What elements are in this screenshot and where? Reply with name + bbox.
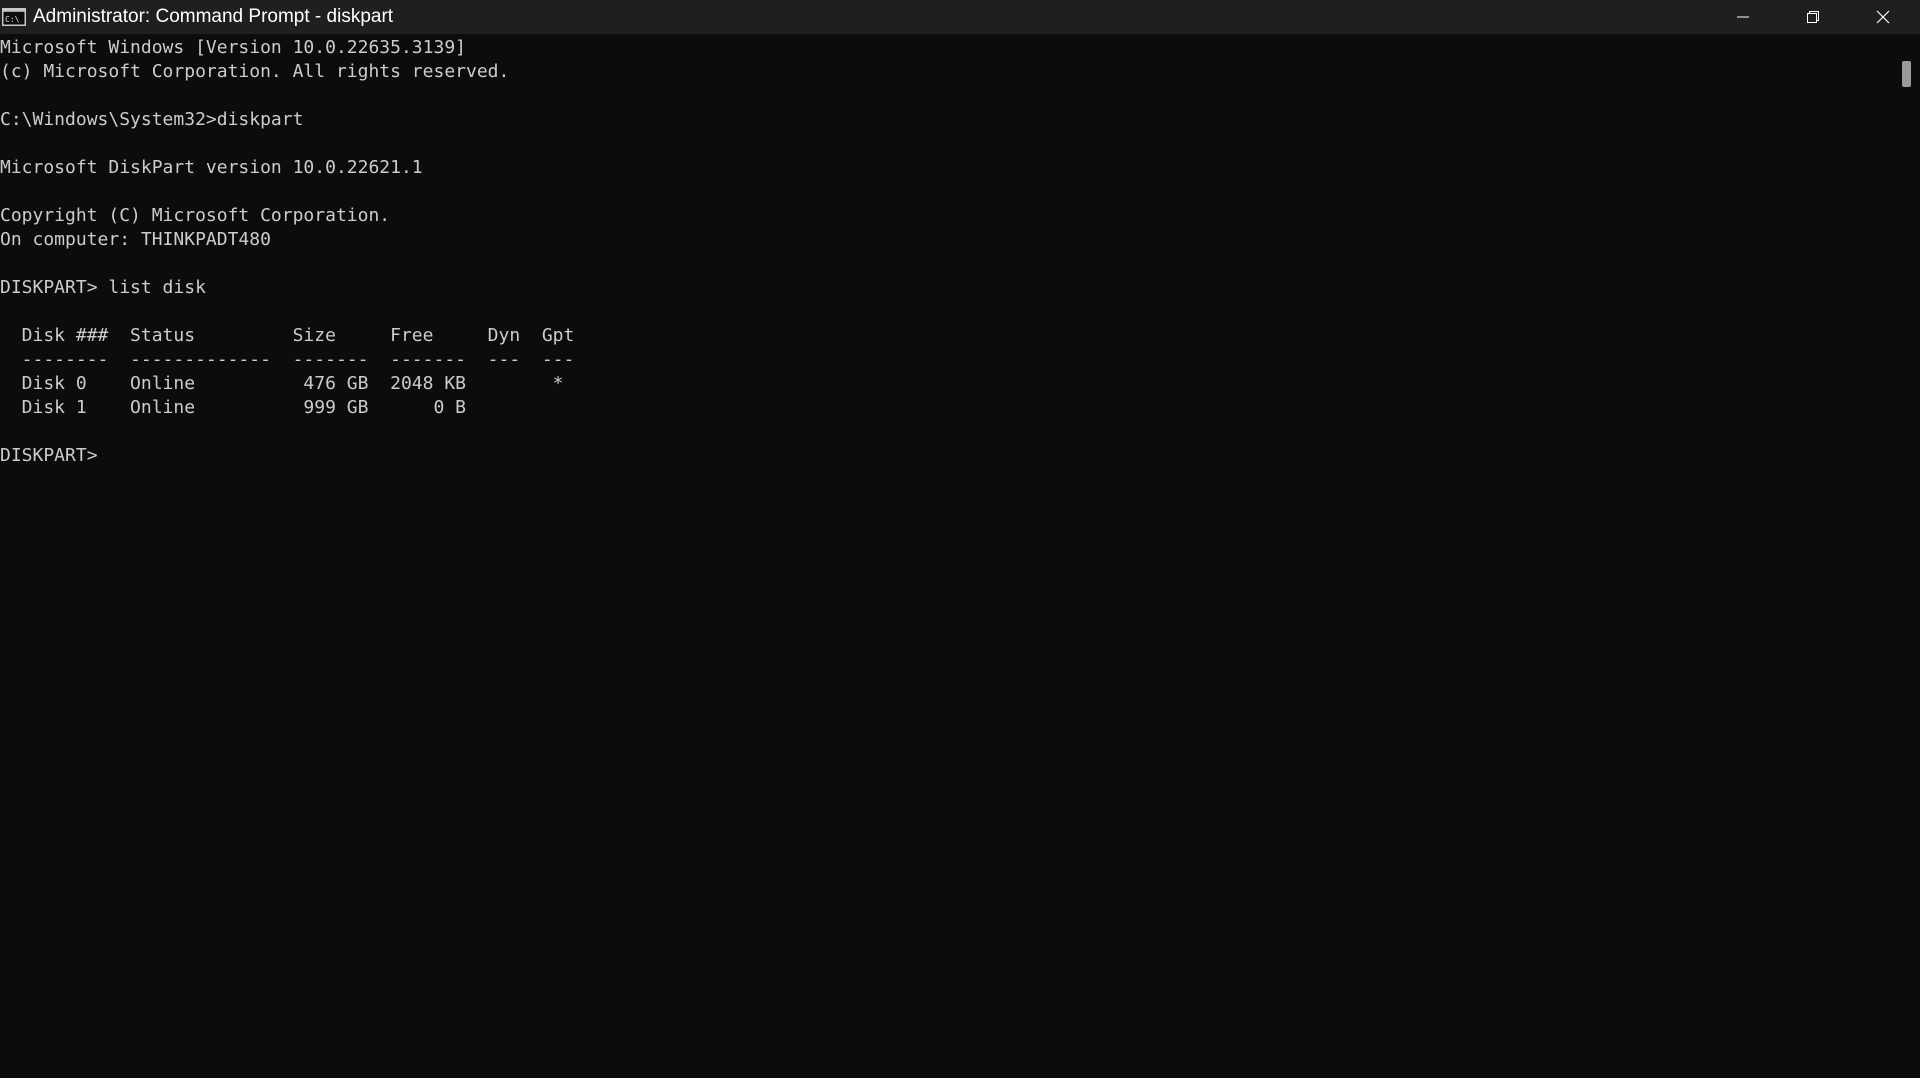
command-prompt-window: C:\ Administrator: Command Prompt - disk… (0, 0, 1920, 1078)
console-text: Microsoft Windows [Version 10.0.22635.31… (0, 36, 574, 468)
disk-table-row: Disk 1 Online 999 GB 0 B (0, 397, 466, 418)
prompt-text: DISKPART> (0, 445, 109, 466)
console-line: (c) Microsoft Corporation. All rights re… (0, 61, 510, 82)
svg-text:C:\: C:\ (5, 15, 20, 24)
restore-button[interactable] (1778, 0, 1848, 34)
cmd-icon: C:\ (2, 8, 26, 26)
console-line: Microsoft DiskPart version 10.0.22621.1 (0, 157, 423, 178)
console-line: C:\Windows\System32>diskpart (0, 109, 304, 130)
console-output[interactable]: Microsoft Windows [Version 10.0.22635.31… (0, 34, 1894, 1078)
console-line: On computer: THINKPADT480 (0, 229, 271, 250)
vertical-scrollbar[interactable] (1894, 34, 1920, 1078)
disk-table-header: Disk ### Status Size Free Dyn Gpt (0, 325, 575, 346)
console-line: Microsoft Windows [Version 10.0.22635.31… (0, 37, 466, 58)
title-bar[interactable]: C:\ Administrator: Command Prompt - disk… (0, 0, 1920, 34)
close-button[interactable] (1848, 0, 1918, 34)
scrollbar-thumb[interactable] (1902, 61, 1911, 87)
disk-table-row: Disk 0 Online 476 GB 2048 KB * (0, 373, 564, 394)
disk-table-separator: -------- ------------- ------- ------- -… (0, 349, 575, 370)
command-prompt-line[interactable]: DISKPART> (0, 444, 574, 468)
console-line: Copyright (C) Microsoft Corporation. (0, 205, 391, 226)
close-icon (1876, 10, 1890, 24)
minimize-button[interactable] (1708, 0, 1778, 34)
console-line: DISKPART> list disk (0, 277, 206, 298)
restore-icon (1807, 11, 1819, 23)
minimize-icon (1737, 16, 1749, 18)
window-title: Administrator: Command Prompt - diskpart (33, 6, 394, 27)
text-cursor (108, 459, 119, 461)
